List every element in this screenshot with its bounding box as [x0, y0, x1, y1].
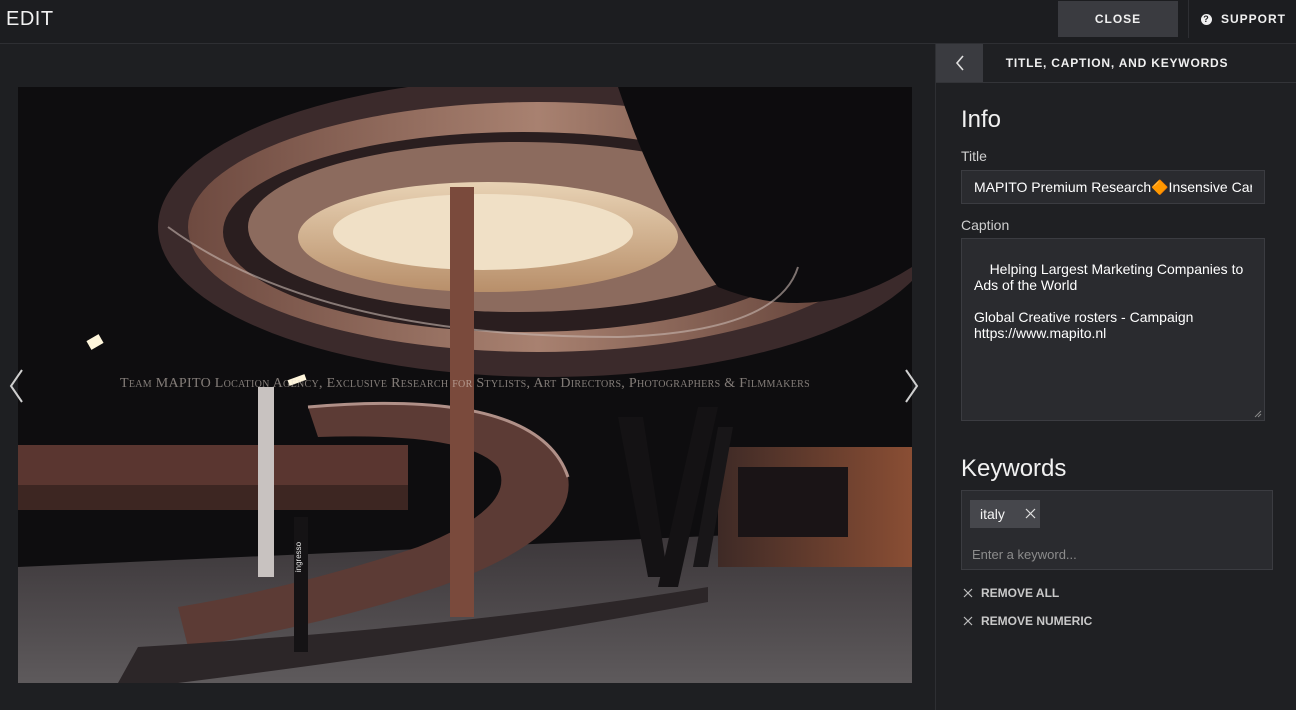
resize-handle-icon[interactable] — [1254, 410, 1262, 418]
chevron-left-icon — [955, 55, 964, 71]
keyword-chip-label: italy — [980, 506, 1005, 522]
background-page-edge — [1296, 0, 1300, 710]
remove-numeric-button[interactable]: REMOVE NUMERIC — [963, 614, 1092, 628]
details-panel: TITLE, CAPTION, AND KEYWORDS Info Title … — [935, 44, 1297, 710]
keywords-field[interactable]: italy — [961, 490, 1273, 570]
previous-image-button[interactable] — [6, 366, 28, 406]
image-viewer: ingresso Team MAPITO Location Agency, Ex… — [0, 44, 935, 710]
remove-numeric-label: REMOVE NUMERIC — [981, 614, 1093, 628]
keyword-input[interactable] — [970, 543, 1264, 565]
close-button[interactable]: CLOSE — [1058, 1, 1178, 37]
page-title: EDIT — [6, 8, 54, 30]
photo: ingresso Team MAPITO Location Agency, Ex… — [18, 87, 912, 683]
remove-all-label: REMOVE ALL — [981, 586, 1060, 600]
remove-keyword-icon[interactable] — [1025, 508, 1036, 519]
chevron-right-icon — [905, 369, 919, 403]
title-label: Title — [961, 148, 987, 164]
next-image-button[interactable] — [900, 366, 922, 406]
remove-all-button[interactable]: REMOVE ALL — [963, 586, 1059, 600]
watermark: Team MAPITO Location Agency, Exclusive R… — [119, 376, 811, 391]
photo-sign-text: ingresso — [294, 541, 303, 572]
top-bar: EDIT CLOSE ? SUPPORT — [0, 0, 1300, 44]
support-link[interactable]: ? SUPPORT — [1188, 0, 1300, 38]
support-label: SUPPORT — [1221, 12, 1287, 26]
close-icon — [963, 616, 973, 626]
help-icon: ? — [1201, 13, 1212, 25]
keywords-heading: Keywords — [961, 455, 1067, 482]
keyword-chip: italy — [970, 500, 1040, 528]
panel-header: TITLE, CAPTION, AND KEYWORDS — [936, 44, 1297, 83]
caption-label: Caption — [961, 217, 1010, 233]
caption-text: Helping Largest Marketing Companies to A… — [974, 261, 1244, 341]
info-heading: Info — [961, 106, 1002, 133]
title-input[interactable] — [961, 170, 1265, 204]
close-icon — [963, 588, 973, 598]
panel-title: TITLE, CAPTION, AND KEYWORDS — [1005, 56, 1229, 70]
back-button[interactable] — [936, 44, 983, 82]
caption-textarea[interactable]: Helping Largest Marketing Companies to A… — [961, 238, 1265, 421]
chevron-left-icon — [9, 369, 23, 403]
